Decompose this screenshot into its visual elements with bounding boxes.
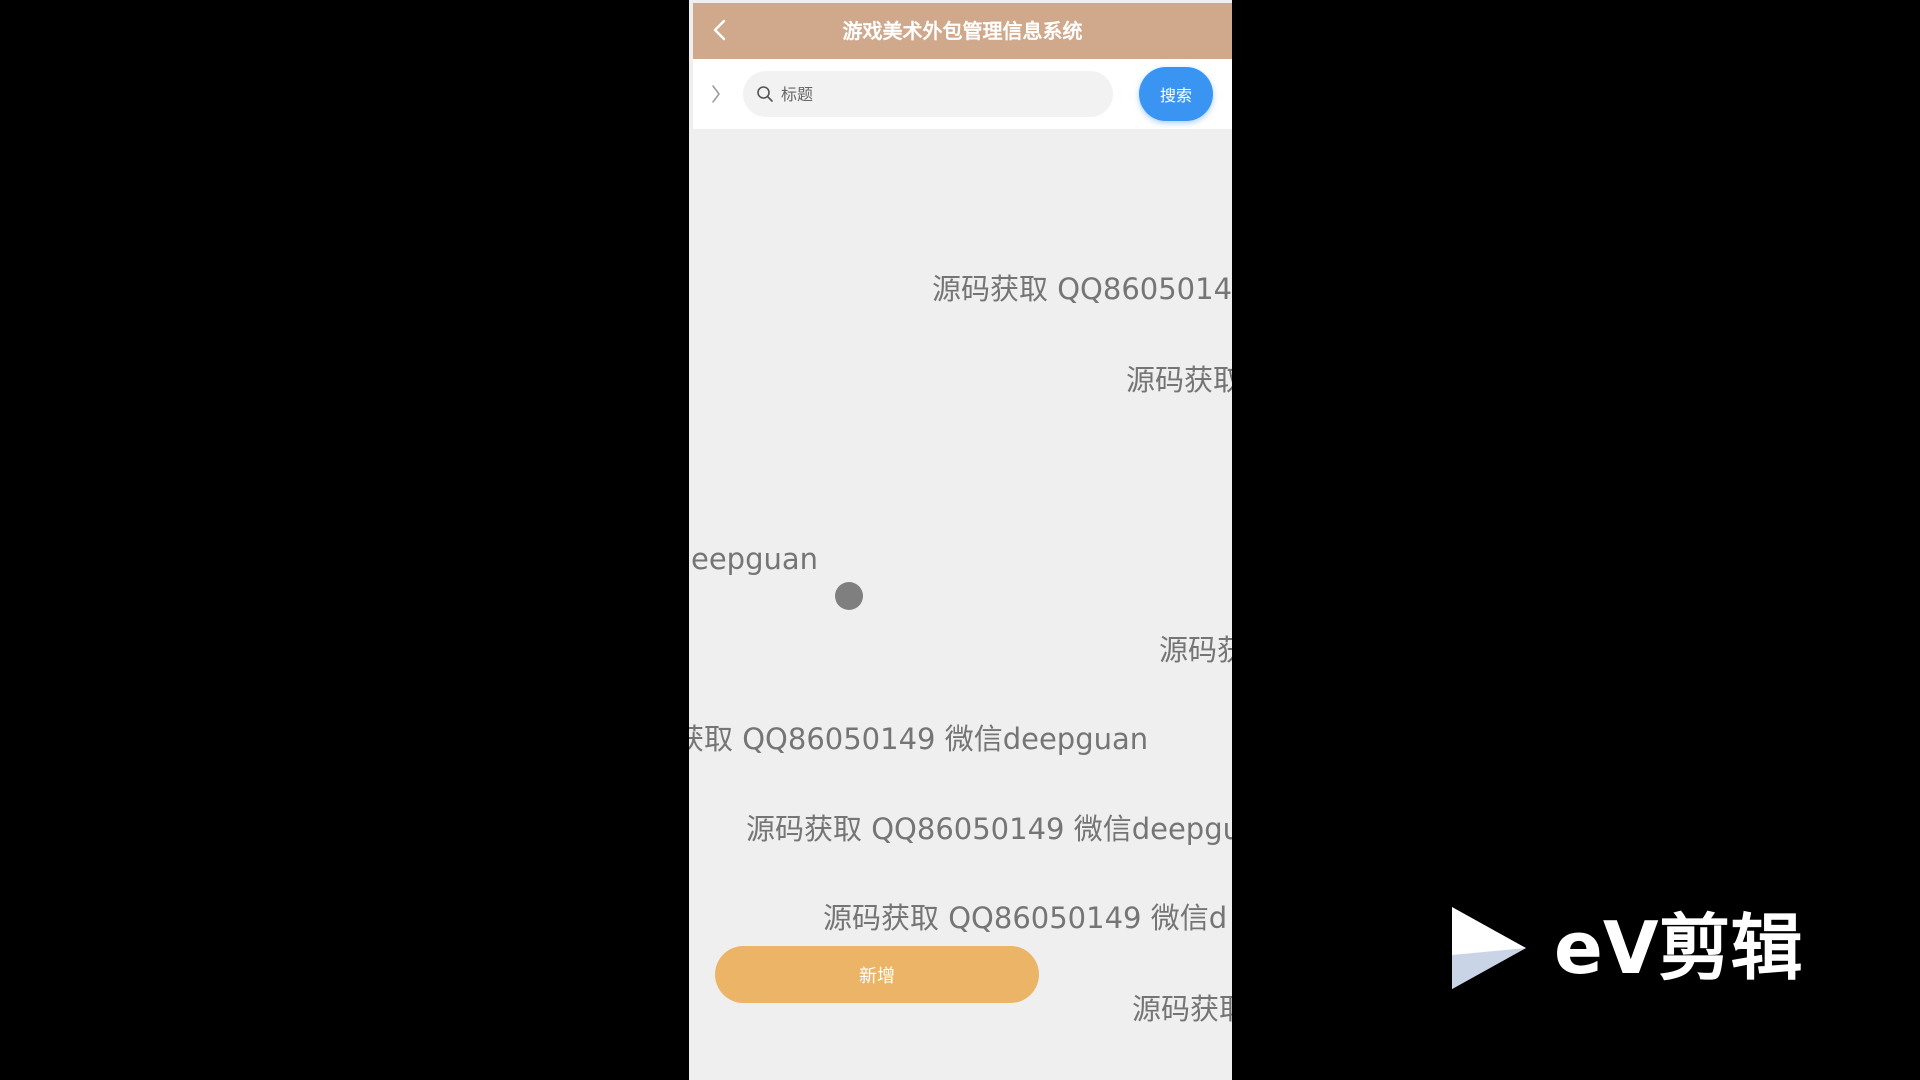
back-arrow-icon[interactable]	[707, 17, 733, 43]
watermark-text: 源码获取 QQ86050149 微信d	[823, 901, 1228, 935]
add-button[interactable]: 新增	[715, 946, 1039, 1003]
watermark-text: 源码获取 QQ86050149	[932, 272, 1232, 306]
ev-logo-text: eV剪辑	[1554, 906, 1803, 990]
search-bar: 搜索	[693, 59, 1232, 129]
touch-indicator	[835, 582, 863, 610]
watermark-text: 获取 QQ86050149 微信deepguan	[689, 722, 1149, 756]
app-header: 游戏美术外包管理信息系统	[693, 3, 1232, 59]
ev-editor-logo: eV剪辑	[1450, 905, 1820, 995]
mobile-app-screen: 游戏美术外包管理信息系统 搜索 源码获取 QQ86050149 源码获取 eep…	[689, 0, 1232, 1080]
search-input[interactable]	[781, 71, 1101, 117]
chevron-right-icon[interactable]	[709, 83, 723, 105]
page-title: 游戏美术外包管理信息系统	[842, 19, 1083, 43]
search-button[interactable]: 搜索	[1139, 67, 1213, 121]
watermark-text: eepguan	[691, 542, 819, 576]
watermark-text: 源码获	[1159, 633, 1232, 667]
search-field	[743, 71, 1113, 117]
watermark-text: 源码获取	[1132, 992, 1232, 1026]
watermark-text: 源码获取	[1126, 363, 1232, 397]
content-area: 源码获取 QQ86050149 源码获取 eepguan 源码获 获取 QQ86…	[689, 129, 1232, 1080]
play-icon	[1452, 907, 1526, 989]
search-icon	[757, 86, 773, 102]
watermark-text: 源码获取 QQ86050149 微信deepgu	[746, 812, 1232, 846]
